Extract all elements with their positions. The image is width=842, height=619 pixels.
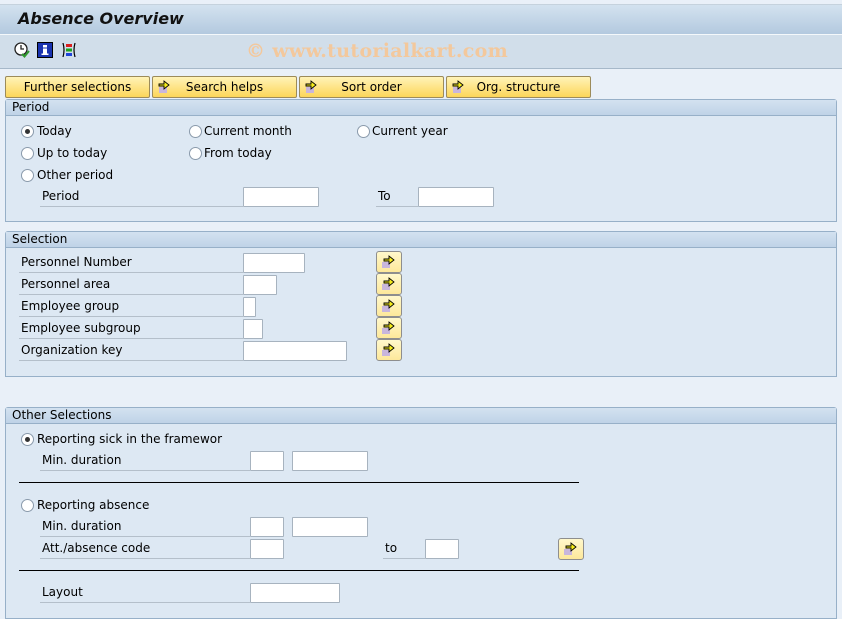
att-absence-code-label: Att./absence code (40, 539, 250, 559)
period-from-input[interactable] (243, 187, 319, 207)
arrow-right-icon (382, 299, 395, 312)
att-absence-code-to-label: to (383, 539, 425, 559)
separator-line (19, 570, 579, 571)
radio-reporting-sick[interactable] (21, 433, 34, 446)
watermark: © www.tutorialkart.com (246, 40, 509, 62)
employee-subgroup-multiple-selection-button[interactable] (376, 317, 402, 339)
personnel-number-label: Personnel Number (19, 253, 243, 273)
personnel-number-multiple-selection-button[interactable] (376, 251, 402, 273)
org-structure-label: Org. structure (476, 80, 561, 94)
radio-up-to-today[interactable] (21, 147, 34, 160)
radio-current-year-label: Current year (372, 124, 448, 138)
layout-input[interactable] (250, 583, 340, 603)
radio-current-year[interactable] (357, 125, 370, 138)
personnel-area-label: Personnel area (19, 275, 243, 295)
radio-current-month-label: Current month (204, 124, 292, 138)
radio-today[interactable] (21, 125, 34, 138)
arrow-right-icon (382, 321, 395, 334)
personnel-area-input[interactable] (243, 275, 277, 295)
radio-current-month[interactable] (189, 125, 202, 138)
arrow-right-icon (564, 542, 577, 555)
radio-reporting-absence-label: Reporting absence (37, 498, 150, 512)
absence-min-duration-unit-input[interactable] (292, 517, 368, 537)
sort-order-button[interactable]: Sort order (299, 76, 444, 98)
sick-min-duration-label: Min. duration (40, 451, 250, 471)
arrow-right-icon (305, 79, 321, 101)
att-absence-code-to-input[interactable] (425, 539, 459, 559)
employee-group-multiple-selection-button[interactable] (376, 295, 402, 317)
sick-min-duration-unit-input[interactable] (292, 451, 368, 471)
employee-group-input[interactable] (243, 297, 256, 317)
radio-from-today-label: From today (204, 146, 272, 160)
radio-from-today[interactable] (189, 147, 202, 160)
employee-group-label: Employee group (19, 297, 243, 317)
search-helps-button[interactable]: Search helps (152, 76, 297, 98)
layout-label: Layout (40, 583, 250, 603)
arrow-right-icon (382, 255, 395, 268)
period-label: Period (40, 187, 243, 207)
personnel-number-input[interactable] (243, 253, 305, 273)
period-to-label: To (376, 187, 418, 207)
radio-other-period-label: Other period (37, 168, 114, 182)
att-absence-code-from-input[interactable] (250, 539, 284, 559)
radio-up-to-today-label: Up to today (37, 146, 108, 160)
organization-key-multiple-selection-button[interactable] (376, 339, 402, 361)
radio-reporting-sick-label: Reporting sick in the framewor (37, 432, 223, 446)
info-icon[interactable] (37, 42, 53, 58)
sort-order-label: Sort order (341, 80, 402, 94)
arrow-right-icon (452, 79, 468, 101)
arrow-right-icon (158, 79, 174, 101)
search-helps-label: Search helps (185, 80, 264, 94)
absence-min-duration-input[interactable] (250, 517, 284, 537)
organization-key-input[interactable] (243, 341, 347, 361)
other-selections-group-header: Other Selections (6, 408, 836, 424)
layout-selection-icon[interactable] (61, 42, 77, 58)
separator-line (19, 482, 579, 483)
absence-min-duration-label: Min. duration (40, 517, 250, 537)
page-title: Absence Overview (18, 9, 184, 28)
execute-clock-icon[interactable] (14, 42, 30, 58)
att-absence-code-multiple-selection-button[interactable] (558, 538, 584, 560)
org-structure-button[interactable]: Org. structure (446, 76, 591, 98)
further-selections-label: Further selections (23, 80, 132, 94)
radio-reporting-absence[interactable] (21, 499, 34, 512)
radio-other-period[interactable] (21, 169, 34, 182)
further-selections-button[interactable]: Further selections (5, 76, 150, 98)
period-to-input[interactable] (418, 187, 494, 207)
period-group-header: Period (6, 100, 836, 116)
radio-today-label: Today (37, 124, 72, 138)
selection-group-header: Selection (6, 232, 836, 248)
arrow-right-icon (382, 277, 395, 290)
personnel-area-multiple-selection-button[interactable] (376, 273, 402, 295)
employee-subgroup-label: Employee subgroup (19, 319, 243, 339)
sick-min-duration-input[interactable] (250, 451, 284, 471)
employee-subgroup-input[interactable] (243, 319, 263, 339)
arrow-right-icon (382, 343, 395, 356)
organization-key-label: Organization key (19, 341, 243, 361)
